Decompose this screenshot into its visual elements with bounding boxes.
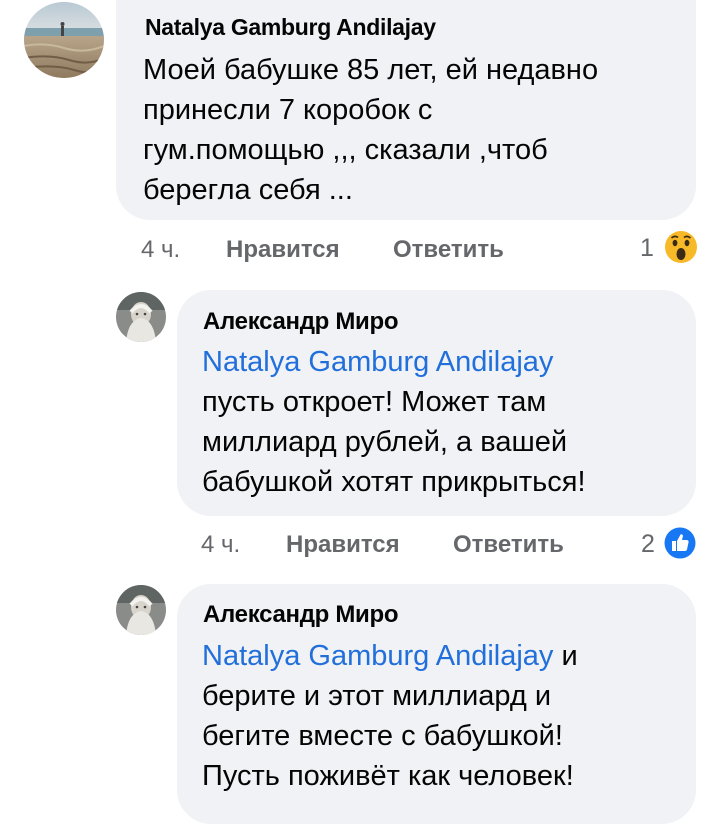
like-reaction-icon[interactable] bbox=[662, 525, 698, 561]
reaction-count[interactable]: 2 bbox=[641, 530, 655, 559]
comment-text-line: миллиард рублей, а вашей bbox=[202, 426, 568, 458]
comment-text-line: бабушкой хотят прикрыться! bbox=[202, 466, 586, 498]
like-button[interactable]: Нравится bbox=[286, 531, 400, 559]
comment-text-line: Пусть поживёт как человек! bbox=[202, 760, 574, 792]
mention-suffix: и bbox=[553, 640, 578, 672]
comment-text-line: Natalya Gamburg Andilajay и bbox=[202, 636, 578, 676]
comment-text-line: берите и этот миллиард и bbox=[202, 680, 552, 712]
comment-text-line: пусть откроет! Может там bbox=[202, 386, 547, 418]
comment-time[interactable]: 4 ч. bbox=[141, 236, 180, 264]
reply-button[interactable]: Ответить bbox=[393, 236, 504, 264]
comment-actions: 4 ч. Нравится Ответить bbox=[0, 531, 720, 561]
mention-link[interactable]: Natalya Gamburg Andilajay bbox=[202, 640, 553, 672]
comment-author[interactable]: Александр Миро bbox=[203, 308, 399, 336]
comment-time[interactable]: 4 ч. bbox=[201, 531, 240, 559]
beach-photo-icon bbox=[24, 2, 104, 78]
comment-text-line: принесли 7 коробок с bbox=[143, 94, 433, 126]
like-button[interactable]: Нравится bbox=[226, 236, 340, 264]
comment-text-line: гум.помощью ,,, сказали ,чтоб bbox=[143, 134, 548, 166]
mention-link[interactable]: Natalya Gamburg Andilajay bbox=[202, 342, 553, 382]
comment-actions: 4 ч. Нравится Ответить bbox=[0, 236, 720, 266]
reaction-count[interactable]: 1 bbox=[640, 234, 654, 263]
comment-author[interactable]: Александр Миро bbox=[203, 601, 399, 629]
avatar[interactable] bbox=[116, 585, 166, 635]
comment-author[interactable]: Natalya Gamburg Andilajay bbox=[145, 14, 436, 41]
user-photo-icon bbox=[116, 292, 166, 342]
comment-text-line: бегите вместе с бабушкой! bbox=[202, 720, 563, 752]
avatar[interactable] bbox=[24, 2, 104, 78]
comment-text-line: берегла себя ... bbox=[143, 174, 353, 206]
comment-text-line: Моей бабушке 85 лет, ей недавно bbox=[143, 54, 599, 86]
user-photo-icon bbox=[116, 585, 166, 635]
wow-reaction-icon[interactable] bbox=[662, 228, 700, 266]
avatar[interactable] bbox=[116, 292, 166, 342]
reply-button[interactable]: Ответить bbox=[453, 531, 564, 559]
